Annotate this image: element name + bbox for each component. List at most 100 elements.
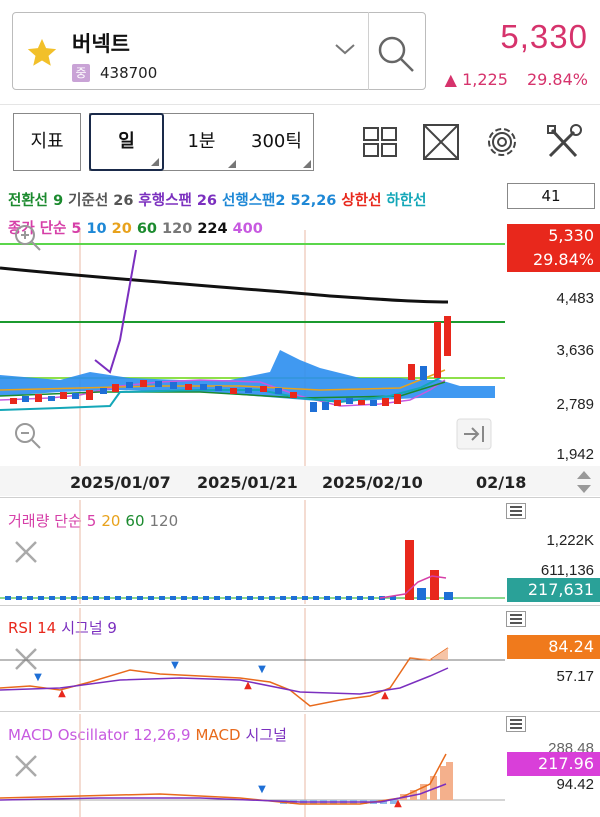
legend-entry: 하한선 xyxy=(386,193,427,209)
up-arrow-icon: ▲ xyxy=(444,70,457,89)
period-minute-tab[interactable]: 1분 xyxy=(164,113,239,171)
volume-axis-label: 1,222K xyxy=(546,532,594,549)
dropdown-corner-icon xyxy=(151,158,159,166)
candle xyxy=(112,384,119,392)
volume-bar xyxy=(430,570,439,600)
fullscreen-icon[interactable] xyxy=(417,118,465,166)
macd-histogram-bar xyxy=(446,762,453,800)
volume-bar xyxy=(405,540,414,600)
volume-bar xyxy=(203,596,209,600)
candle xyxy=(230,388,237,394)
search-divider xyxy=(368,12,369,90)
panel-divider xyxy=(0,711,600,712)
layout-grid-icon[interactable] xyxy=(356,118,404,166)
candle xyxy=(358,400,365,405)
volume-bar xyxy=(417,588,426,600)
date-label: 2025/01/07 xyxy=(70,473,171,492)
volume-axis-label: 611,136 xyxy=(540,562,594,579)
legend-entry: 기준선 26 xyxy=(68,193,134,209)
volume-bar xyxy=(302,596,308,600)
signal-arrow-icon: ▲ xyxy=(381,690,389,701)
volume-bar xyxy=(49,596,55,600)
volume-bar xyxy=(291,596,297,600)
macd-chart[interactable]: ▼▲ xyxy=(0,714,505,817)
stock-name: 버넥트 xyxy=(72,32,130,56)
volume-bar xyxy=(192,596,198,600)
search-icon[interactable] xyxy=(376,34,416,74)
price-change: ▲ 1,225 29.84% xyxy=(445,70,588,89)
current-price-tag: 5,330 xyxy=(507,224,600,248)
volume-bar xyxy=(324,596,330,600)
signal-arrow-icon: ▼ xyxy=(34,672,42,683)
macd-line xyxy=(0,753,447,805)
chevron-down-icon[interactable] xyxy=(334,42,356,56)
candle xyxy=(215,386,222,391)
gear-icon[interactable] xyxy=(478,118,526,166)
candle xyxy=(22,396,29,402)
volume-bar xyxy=(357,596,363,600)
volume-bar xyxy=(313,596,319,600)
change-amount: 1,225 xyxy=(462,70,508,89)
market-badge: 중 xyxy=(72,64,90,82)
price-chart[interactable] xyxy=(0,230,505,470)
price-axis-label: 2,789 xyxy=(556,396,594,413)
period-day-tab[interactable]: 일 xyxy=(89,113,164,171)
period-minute-label: 1분 xyxy=(187,131,216,152)
volume-bar xyxy=(269,596,275,600)
legend-entry: 상한선 xyxy=(341,193,382,209)
dropdown-corner-icon xyxy=(303,160,311,168)
date-label: 02/18 xyxy=(476,473,527,492)
date-label: 2025/02/10 xyxy=(322,473,423,492)
candle xyxy=(370,400,377,406)
candle xyxy=(310,402,317,412)
menu-icon[interactable] xyxy=(506,716,526,732)
candle xyxy=(394,394,401,404)
zoom-out-icon[interactable] xyxy=(12,420,42,450)
period-tick-tab[interactable]: 300틱 xyxy=(239,113,314,171)
price-axis-label: 3,636 xyxy=(556,342,594,359)
legend-entry: 후행스팬 26 xyxy=(138,193,218,209)
candle xyxy=(245,388,252,393)
indicator-button[interactable]: 지표 xyxy=(13,113,81,171)
scroll-to-latest-icon[interactable] xyxy=(456,418,492,450)
volume-bar xyxy=(60,596,66,600)
panel-divider xyxy=(0,605,600,606)
volume-bar xyxy=(346,596,352,600)
candle xyxy=(420,366,427,380)
signal-arrow-icon: ▼ xyxy=(258,664,266,675)
volume-bar xyxy=(170,596,176,600)
candle xyxy=(346,398,353,404)
candle xyxy=(100,388,107,394)
candle-count-box[interactable]: 41 xyxy=(507,183,595,209)
volume-chart[interactable] xyxy=(0,500,505,604)
zoom-in-icon[interactable] xyxy=(12,222,42,252)
tools-icon[interactable] xyxy=(540,118,588,166)
volume-bar xyxy=(137,596,143,600)
macd-histogram-bar xyxy=(440,766,447,800)
candle xyxy=(126,382,133,388)
candle xyxy=(382,398,389,406)
volume-bar xyxy=(93,596,99,600)
macd-current-tag: 217.96 xyxy=(507,752,600,776)
volume-bar xyxy=(444,592,453,600)
volume-bar xyxy=(71,596,77,600)
volume-bar xyxy=(104,596,110,600)
menu-icon[interactable] xyxy=(506,611,526,627)
volume-bar xyxy=(335,596,341,600)
rsi-chart[interactable]: ▼ ▲ ▼ ▲ ▼ ▲ xyxy=(0,608,505,710)
current-price: 5,330 xyxy=(500,18,588,55)
favorite-star-icon[interactable] xyxy=(24,36,60,70)
volume-current-tag: 217,631 xyxy=(507,578,600,602)
header-divider xyxy=(0,104,600,105)
signal-arrow-icon: ▼ xyxy=(258,784,266,795)
signal-arrow-icon: ▲ xyxy=(244,680,252,691)
axis-expand-icon[interactable] xyxy=(574,468,594,496)
candle xyxy=(155,381,162,387)
signal-arrow-icon: ▲ xyxy=(58,688,66,699)
menu-icon[interactable] xyxy=(506,503,526,519)
volume-bar xyxy=(247,596,253,600)
current-rate-tag: 29.84% xyxy=(507,248,600,272)
candle xyxy=(10,398,17,404)
macd-signal-line xyxy=(0,783,447,803)
candle xyxy=(35,394,42,402)
